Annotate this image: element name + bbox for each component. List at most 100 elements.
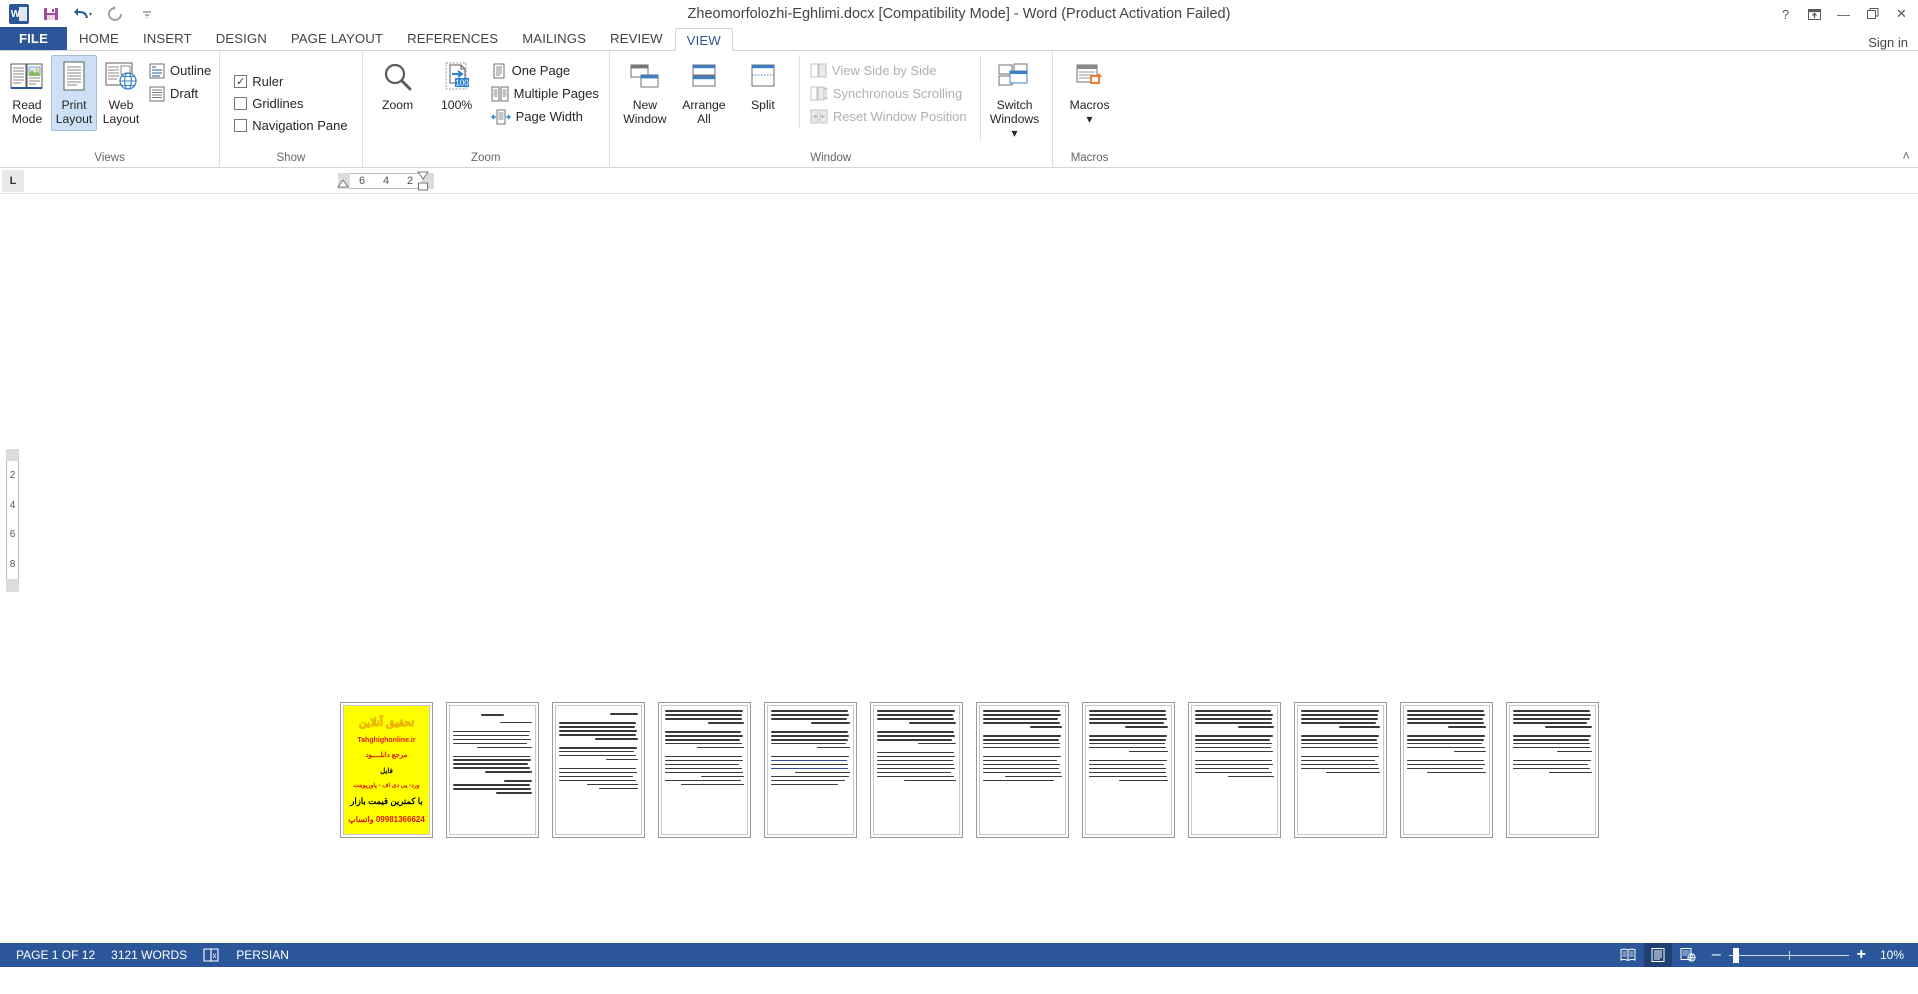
first-line-indent-marker[interactable] (334, 171, 352, 191)
page-thumbnail-1[interactable]: تحقیق آنلاین Tahghighonline.ir مرجع دانل… (340, 702, 433, 838)
synchronous-scrolling-button[interactable]: Synchronous Scrolling (806, 82, 971, 105)
tab-review[interactable]: REVIEW (598, 27, 675, 50)
print-layout-button[interactable]: Print Layout (51, 55, 97, 131)
show-checkbox-list: ✓ Ruler Gridlines Navigation Pane (230, 70, 351, 136)
page-thumbnail-4[interactable] (658, 702, 751, 838)
page-thumbnail-9[interactable] (1188, 702, 1281, 838)
save-icon[interactable] (38, 2, 64, 26)
document-canvas[interactable]: 2 4 6 8 تحقیق آنلاین Tahghighonline.ir م… (0, 194, 1918, 943)
web-layout-button[interactable]: Web Layout (98, 55, 144, 131)
outline-button[interactable]: Outline (145, 59, 215, 82)
zoom-small-commands: One Page Multiple Pages Page Width (487, 55, 603, 128)
vertical-ruler[interactable]: 2 4 6 8 (6, 449, 19, 594)
tab-references[interactable]: REFERENCES (395, 27, 510, 50)
web-layout-icon (104, 59, 138, 95)
customize-quick-access-icon[interactable] (134, 2, 160, 26)
ruler-checkbox[interactable]: ✓ Ruler (230, 70, 351, 92)
cover-page-content: تحقیق آنلاین Tahghighonline.ir مرجع دانل… (344, 706, 429, 834)
reset-window-position-button[interactable]: Reset Window Position (806, 105, 971, 128)
page-indicator[interactable]: PAGE 1 OF 12 (8, 943, 103, 967)
ribbon-display-options-button[interactable] (1800, 1, 1829, 27)
tab-page-layout[interactable]: PAGE LAYOUT (279, 27, 395, 50)
page-thumbnail-3[interactable] (552, 702, 645, 838)
sign-in-link[interactable]: Sign in (1868, 35, 1918, 50)
macros-button[interactable]: Macros ▾ (1061, 55, 1119, 131)
tab-home[interactable]: HOME (67, 27, 131, 50)
multiple-pages-button[interactable]: Multiple Pages (487, 82, 603, 105)
print-layout-label-1: Print (61, 98, 87, 112)
vruler-tick-6: 6 (9, 529, 16, 541)
draft-button[interactable]: Draft (145, 82, 215, 105)
page-thumbnail-10[interactable] (1294, 702, 1387, 838)
tab-file[interactable]: FILE (0, 27, 67, 50)
read-mode-label-2: Mode (11, 112, 43, 126)
zoom-slider[interactable]: – + (1704, 946, 1874, 964)
zoom-in-button[interactable]: + (1857, 946, 1866, 964)
help-button[interactable]: ? (1771, 1, 1800, 27)
undo-icon[interactable] (70, 2, 96, 26)
navigation-pane-checkbox-box (234, 118, 248, 132)
ruler-tick-4: 4 (382, 175, 390, 187)
cover-website: Tahghighonline.ir (357, 736, 416, 744)
page-text-block (661, 705, 748, 835)
split-button[interactable]: Split (734, 55, 792, 131)
zoom-100-button[interactable]: 100 100% (428, 55, 486, 131)
page-thumbnail-2[interactable] (446, 702, 539, 838)
switch-windows-button[interactable]: Switch Windows ▾ (979, 55, 1046, 141)
read-mode-label-1: Read (12, 98, 42, 112)
page-thumbnail-8[interactable] (1082, 702, 1175, 838)
macros-label-1: Macros (1069, 98, 1110, 112)
tab-design[interactable]: DESIGN (204, 27, 279, 50)
arrange-all-button[interactable]: Arrange All (675, 55, 733, 131)
view-side-by-side-label: View Side by Side (831, 63, 937, 78)
page-text-block (1297, 705, 1384, 835)
tab-insert[interactable]: INSERT (131, 27, 204, 50)
zoom-slider-track[interactable] (1728, 947, 1849, 963)
minimize-button[interactable]: — (1829, 1, 1858, 27)
cover-title: تحقیق آنلاین (358, 717, 415, 730)
gridlines-checkbox[interactable]: Gridlines (230, 92, 351, 114)
page-text-block (767, 705, 854, 835)
right-indent-marker[interactable] (414, 170, 432, 194)
macros-icon (1074, 59, 1106, 95)
page-text-block (873, 705, 960, 835)
ribbon-group-show: ✓ Ruler Gridlines Navigation Pane Show (219, 51, 361, 168)
gridlines-checkbox-box (234, 96, 248, 110)
zoom-out-button[interactable]: – (1712, 946, 1721, 964)
tab-stop-selector[interactable]: L (2, 169, 24, 192)
reset-window-position-label: Reset Window Position (832, 109, 967, 124)
tab-view[interactable]: VIEW (674, 28, 733, 51)
page-thumbnail-5[interactable] (764, 702, 857, 838)
zoom-slider-handle[interactable] (1732, 947, 1739, 963)
read-mode-view-icon[interactable] (1614, 943, 1642, 967)
zoom-level-label[interactable]: 10% (1876, 948, 1910, 962)
proofing-status-icon[interactable]: x (195, 943, 228, 967)
svg-text:x: x (213, 951, 217, 960)
page-thumbnail-11[interactable] (1400, 702, 1493, 838)
switch-windows-icon (997, 59, 1033, 95)
language-indicator[interactable]: PERSIAN (228, 943, 297, 967)
close-button[interactable]: ✕ (1887, 1, 1916, 27)
group-label-zoom: Zoom (471, 152, 501, 164)
word-count[interactable]: 3121 WORDS (103, 943, 195, 967)
collapse-ribbon-button[interactable]: ˄ (1902, 148, 1910, 163)
one-page-button[interactable]: One Page (487, 59, 603, 82)
web-layout-view-icon[interactable] (1674, 943, 1702, 967)
view-side-by-side-button[interactable]: View Side by Side (806, 59, 971, 82)
page-text-block (449, 705, 536, 835)
zoom-button[interactable]: Zoom (369, 55, 427, 131)
restore-button[interactable] (1858, 1, 1887, 27)
read-mode-button[interactable]: Read Mode (4, 55, 50, 131)
window-small-commands: View Side by Side Synchronous Scrolling … (798, 55, 971, 128)
one-page-icon (493, 63, 505, 78)
split-icon (749, 59, 777, 95)
one-page-label: One Page (511, 63, 571, 78)
page-thumbnail-7[interactable] (976, 702, 1069, 838)
tab-mailings[interactable]: MAILINGS (510, 27, 598, 50)
new-window-button[interactable]: New Window (616, 55, 674, 131)
print-layout-view-icon[interactable] (1643, 943, 1672, 967)
page-width-button[interactable]: Page Width (487, 105, 603, 128)
navigation-pane-checkbox[interactable]: Navigation Pane (230, 114, 351, 136)
page-thumbnail-6[interactable] (870, 702, 963, 838)
page-thumbnail-12[interactable] (1506, 702, 1599, 838)
